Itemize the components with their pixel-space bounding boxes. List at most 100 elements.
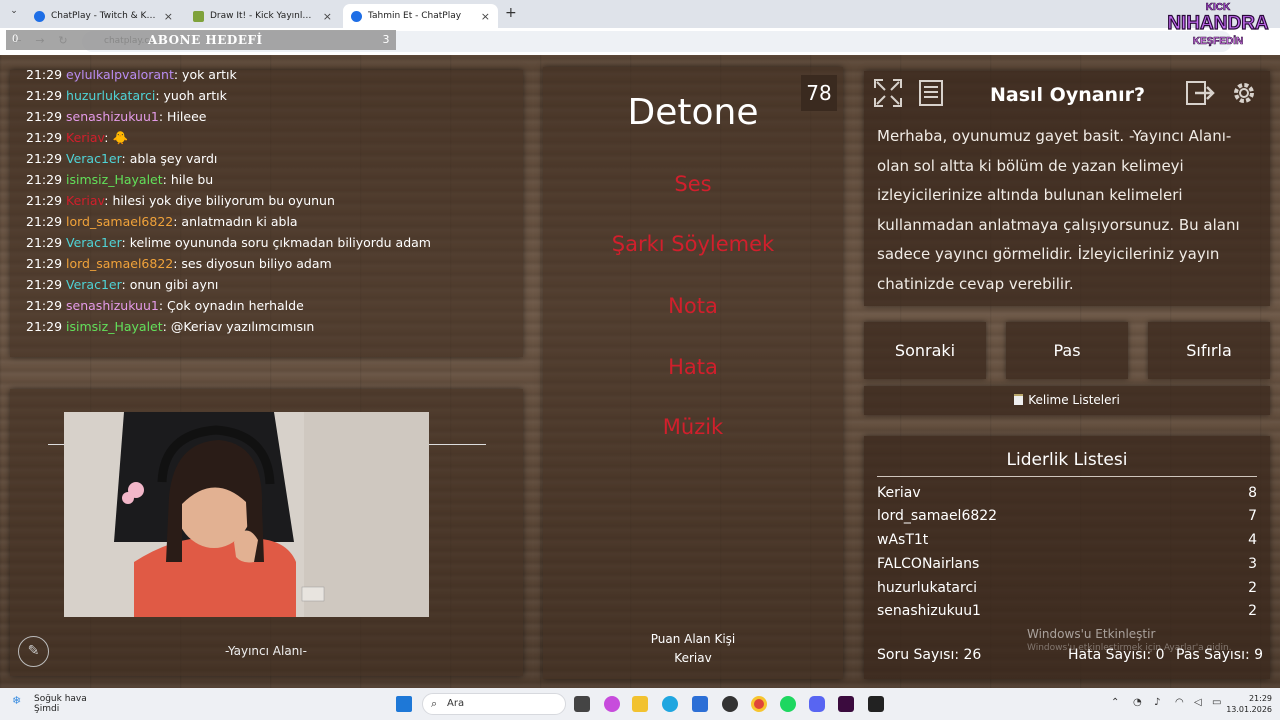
volume-icon[interactable]: ◁ (1194, 697, 1202, 708)
chat-text: : yok artık (173, 70, 237, 82)
chat-message: 21:29 isimsiz_Hayalet: @Keriav yazılımcı… (26, 319, 314, 335)
word-lists-label: Kelime Listeleri (1028, 393, 1120, 407)
chat-text: : ses diyosun biliyo adam (173, 256, 332, 271)
chat-panel: 21:29 eylulkalpvalorant: yok artık 21:29… (10, 70, 523, 357)
chat-user[interactable]: Verac1er (66, 235, 122, 250)
leaderboard-score: 3 (1248, 556, 1257, 572)
browser-tabbar: ⌄ ChatPlay - Twitch & Kick İzleyici × Dr… (0, 0, 1280, 28)
tray-chevron-icon[interactable]: ⌃ (1111, 697, 1119, 708)
tab-list-icon[interactable]: ⌄ (6, 6, 22, 22)
chat-user[interactable]: huzurlukatarci (66, 88, 155, 103)
leaderboard-row: huzurlukatarci 2 (877, 580, 1257, 600)
taskbar-search[interactable]: ⌕ Ara (422, 693, 566, 715)
capcut-icon[interactable] (868, 696, 884, 712)
chat-user[interactable]: senashizukuu1 (66, 109, 159, 124)
obs-icon[interactable] (722, 696, 738, 712)
system-clock[interactable]: 21:29 13.01.2026 (1226, 693, 1272, 715)
leaderboard-name: lord_samael6822 (877, 508, 998, 524)
app-icon[interactable] (838, 696, 854, 712)
how-to-play-title: Nasıl Oynanır? (990, 84, 1145, 106)
taboo-word: Ses (674, 172, 712, 196)
taboo-word: Nota (668, 294, 718, 318)
close-icon[interactable]: × (481, 10, 490, 23)
chatplay-favicon-icon (34, 10, 45, 22)
windows-activation-title: Windows'u Etkinleştir (1027, 627, 1156, 641)
chat-user[interactable]: isimsiz_Hayalet (66, 319, 163, 334)
chat-text: : hile bu (162, 172, 214, 187)
copilot-icon[interactable] (604, 696, 620, 712)
windows-taskbar: ❄ Soğuk hava Şimdi ⌕ Ara ⌃ ◔ ♪ ◠ ◁ ▭ 21:… (0, 688, 1280, 720)
network-icon[interactable]: ◔ (1133, 697, 1142, 708)
chat-time: 21:29 (26, 298, 63, 313)
word-lists-button[interactable]: Kelime Listeleri (864, 386, 1270, 415)
chat-message: 21:29 Keriav: 🐥 (26, 130, 128, 146)
edge-icon[interactable] (662, 696, 678, 712)
reset-button[interactable]: Sıfırla (1148, 322, 1270, 379)
pencil-icon[interactable]: ✎ (18, 636, 49, 667)
next-button[interactable]: Sonraki (864, 322, 986, 379)
pass-button[interactable]: Pas (1006, 322, 1128, 379)
leaderboard-row: FALCONairlans 3 (877, 556, 1257, 576)
taboo-word: Hata (668, 355, 718, 379)
chat-user[interactable]: isimsiz_Hayalet (66, 172, 163, 187)
leaderboard-name: wAsT1t (877, 532, 929, 548)
tab-label: Draw It! - Kick Yayınları İçin Çizim (210, 11, 317, 21)
chat-user[interactable]: Verac1er (66, 277, 122, 292)
weather-widget[interactable]: ❄ Soğuk hava Şimdi (12, 694, 87, 714)
chat-text: : onun gibi aynı (121, 277, 219, 292)
target-word: Detone (627, 92, 759, 133)
chat-message: 21:29 Verac1er: abla şey vardı (26, 151, 217, 167)
tab-tahmin-et[interactable]: Tahmin Et - ChatPlay × (343, 4, 498, 28)
chat-user[interactable]: senashizukuu1 (66, 298, 159, 313)
spotify-icon[interactable] (780, 696, 796, 712)
chat-time: 21:29 (26, 319, 63, 334)
notes-icon[interactable] (914, 78, 948, 112)
file-explorer-icon[interactable] (632, 696, 648, 712)
leaderboard-score: 2 (1248, 603, 1257, 619)
leaderboard-name: senashizukuu1 (877, 603, 981, 619)
leaderboard-score: 7 (1248, 508, 1257, 524)
chat-text: : hilesi yok diye biliyorum bu oyunun (104, 193, 335, 208)
microphone-icon[interactable]: ♪ (1154, 697, 1160, 708)
chat-text: : yuoh artık (155, 88, 227, 103)
chat-time: 21:29 (26, 109, 63, 124)
discord-icon[interactable] (809, 696, 825, 712)
start-icon[interactable] (396, 696, 412, 712)
how-to-play-text: Merhaba, oyunumuz gayet basit. -Yayıncı … (877, 127, 1240, 293)
taboo-word: Müzik (662, 415, 724, 439)
close-icon[interactable]: × (323, 10, 332, 23)
chat-user[interactable]: Verac1er (66, 151, 122, 166)
close-icon[interactable]: × (164, 10, 173, 23)
store-icon[interactable] (692, 696, 708, 712)
draw-it-favicon-icon (193, 10, 204, 22)
new-tab-button[interactable]: + (505, 5, 517, 21)
leaderboard-score: 8 (1248, 485, 1257, 501)
tab-draw-it[interactable]: Draw It! - Kick Yayınları İçin Çizim × (185, 4, 340, 28)
task-view-icon[interactable] (574, 696, 590, 712)
chat-time: 21:29 (26, 256, 63, 271)
wifi-icon[interactable]: ◠ (1175, 697, 1184, 708)
chat-user[interactable]: lord_samael6822 (66, 214, 173, 229)
score-winner-title: Puan Alan Kişi (650, 632, 736, 646)
fullscreen-icon[interactable] (871, 78, 905, 112)
chat-time: 21:29 (26, 172, 63, 187)
chat-user[interactable]: Keriav (66, 193, 104, 208)
logout-icon[interactable] (1183, 78, 1217, 112)
gear-icon[interactable] (1227, 78, 1261, 112)
chat-user[interactable]: lord_samael6822 (66, 256, 173, 271)
tab-label: Tahmin Et - ChatPlay (368, 11, 462, 21)
weather-icon: ❄ (12, 694, 22, 707)
battery-icon[interactable]: ▭ (1212, 697, 1221, 708)
tab-chatplay[interactable]: ChatPlay - Twitch & Kick İzleyici × (26, 4, 181, 28)
chat-message: 21:29 lord_samael6822: anlatmadın ki abl… (26, 214, 298, 230)
chat-message: 21:29 eylulkalpvalorant: yok artık (26, 70, 237, 83)
chat-text: : @Keriav yazılımcımısın (162, 319, 315, 334)
chat-message: 21:29 senashizukuu1: Hileee (26, 109, 206, 125)
leaderboard-title: Liderlik Listesi (877, 450, 1257, 477)
leaderboard-score: 2 (1248, 580, 1257, 596)
chat-message: 21:29 Verac1er: onun gibi aynı (26, 277, 218, 293)
chat-user[interactable]: Keriav (66, 130, 104, 145)
leaderboard-score: 4 (1248, 532, 1257, 548)
chat-user[interactable]: eylulkalpvalorant (66, 70, 174, 82)
chrome-icon[interactable] (751, 696, 767, 712)
